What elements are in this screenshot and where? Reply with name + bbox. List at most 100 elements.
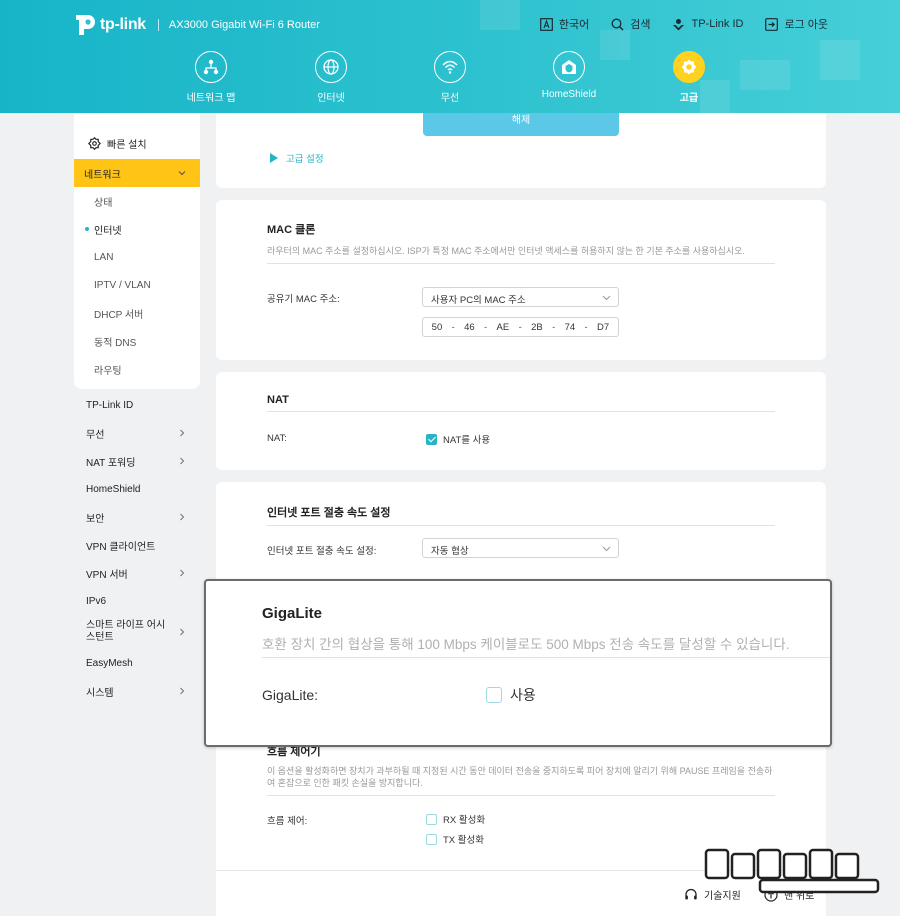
chevron-down-icon <box>178 171 186 176</box>
sidebar-section-network[interactable]: 네트워크 <box>74 159 200 187</box>
sidebar-sub-lan[interactable]: LAN <box>74 243 200 271</box>
gigalite-label: GigaLite: <box>262 687 319 703</box>
sidebar-sub-iptv[interactable]: IPTV / VLAN <box>74 271 200 299</box>
disconnect-button[interactable]: 해제 <box>423 113 619 136</box>
divider <box>267 795 775 796</box>
mac-octet-4: 2B <box>531 321 543 333</box>
router-model: AX3000 Gigabit Wi-Fi 6 Router <box>168 19 320 31</box>
quick-setup-label: 빠른 설치 <box>107 139 147 151</box>
sidebar-item-homeshield[interactable]: HomeShield <box>74 475 200 503</box>
gigalite-description: 호환 장치 간의 협상을 통해 100 Mbps 케이블로도 500 Mbps … <box>262 637 790 652</box>
mac-address-select[interactable]: 사용자 PC의 MAC 주소 <box>422 287 619 307</box>
divider <box>262 657 830 658</box>
triangle-right-icon <box>270 153 278 163</box>
sub-label: 상태 <box>94 197 113 209</box>
sidebar: 빠른 설치 네트워크 상태 인터넷 LAN IPTV / VLAN DHCP 서… <box>74 113 200 705</box>
chevron-right-icon <box>180 513 185 521</box>
nav-advanced[interactable]: 고급 <box>639 51 739 104</box>
menu-label: VPN 클라이언트 <box>86 541 156 553</box>
rx-checkbox-label: RX 활성화 <box>443 815 486 826</box>
sidebar-menu: TP-Link ID 무선 NAT 포워딩 HomeShield 보안 VPN … <box>74 391 200 705</box>
sidebar-item-wireless[interactable]: 무선 <box>74 419 200 447</box>
mac-octet-1: 50 <box>431 321 443 333</box>
nat-checkbox-row[interactable]: NAT를 사용 <box>426 432 490 446</box>
nav-wireless[interactable]: 무선 <box>400 51 500 104</box>
sidebar-item-vpn-server[interactable]: VPN 서버 <box>74 559 200 587</box>
gigalite-checkbox-label: 사용 <box>510 687 536 703</box>
mac-octet-2: 46 <box>464 321 475 333</box>
chevron-right-icon <box>180 569 185 577</box>
sidebar-sub-dhcp[interactable]: DHCP 서버 <box>74 299 200 327</box>
brand-name: tp-link <box>100 16 146 33</box>
quick-setup-link[interactable]: 빠른 설치 <box>74 131 200 155</box>
header-decor <box>480 0 520 30</box>
sidebar-sub-internet[interactable]: 인터넷 <box>74 215 200 243</box>
chevron-down-icon <box>602 546 611 552</box>
sidebar-item-ipv6[interactable]: IPv6 <box>74 587 200 615</box>
gigalite-checkbox-row[interactable]: 사용 <box>486 685 536 705</box>
nav-label: 인터넷 <box>317 93 345 104</box>
sub-label: LAN <box>94 251 114 263</box>
sidebar-sub-ddns[interactable]: 동적 DNS <box>74 327 200 355</box>
port-speed-label: 인터넷 포트 절충 속도 설정: <box>267 546 377 557</box>
nat-checkbox[interactable] <box>426 433 437 445</box>
gigalite-checkbox[interactable] <box>486 687 502 703</box>
logout-link[interactable]: 로그 아웃 <box>765 16 828 32</box>
tplink-id-label: TP-Link ID <box>691 18 744 30</box>
tx-checkbox-label: TX 활성화 <box>443 835 484 846</box>
chevron-right-icon <box>180 628 185 636</box>
tplink-id-link[interactable]: TP-Link ID <box>672 16 743 32</box>
sub-label: DHCP 서버 <box>94 309 144 321</box>
divider <box>267 525 775 526</box>
mac-address-field[interactable]: 50- 46- AE - 2B - 74- D7 <box>422 317 619 337</box>
nav-label: 네트워크 맵 <box>186 93 236 104</box>
tplink-id-icon <box>673 18 685 30</box>
mac-octet-6: D7 <box>597 321 610 333</box>
brand-separator <box>157 19 159 31</box>
tx-checkbox-row[interactable]: TX 활성화 <box>426 832 484 846</box>
sidebar-item-security[interactable]: 보안 <box>74 503 200 531</box>
language-link[interactable]: 한국어 <box>539 16 589 32</box>
menu-label: IPv6 <box>86 595 107 607</box>
network-map-icon <box>203 59 219 75</box>
search-link[interactable]: 검색 <box>611 16 650 32</box>
gigalite-zoom-panel: GigaLite 호환 장치 간의 협상을 통해 100 Mbps 케이블로도 … <box>204 579 832 747</box>
brand-logo[interactable]: tp-link AX3000 Gigabit Wi-Fi 6 Router <box>74 13 320 37</box>
sidebar-sub-routing[interactable]: 라우팅 <box>74 355 200 383</box>
language-icon <box>539 17 553 31</box>
chevron-right-icon <box>180 687 185 695</box>
sidebar-item-nat-forwarding[interactable]: NAT 포워딩 <box>74 447 200 475</box>
main-nav: 네트워크 맵 인터넷 무선 HomeShield 고급 <box>0 51 900 111</box>
port-speed-select[interactable]: 자동 협상 <box>422 538 619 558</box>
divider <box>267 411 775 412</box>
sidebar-item-system[interactable]: 시스템 <box>74 677 200 705</box>
sidebar-item-tplink-id[interactable]: TP-Link ID <box>74 391 200 419</box>
quick-setup-gear-icon <box>88 136 101 150</box>
homeshield-icon <box>562 60 576 74</box>
sidebar-network-card: 빠른 설치 네트워크 상태 인터넷 LAN IPTV / VLAN DHCP 서… <box>74 113 200 389</box>
sub-label: IPTV / VLAN <box>94 279 151 291</box>
nav-label: 고급 <box>679 93 699 104</box>
mac-clone-title: MAC 클론 <box>267 224 316 236</box>
sidebar-sub-status[interactable]: 상태 <box>74 187 200 215</box>
sidebar-item-smart-life[interactable]: 스마트 라이프 어시스턴트 <box>74 615 200 649</box>
nat-card: NAT NAT: NAT를 사용 <box>216 372 826 470</box>
advanced-settings-toggle[interactable]: 고급 설정 <box>270 151 324 165</box>
chevron-down-icon <box>602 295 611 301</box>
menu-label: 무선 <box>86 429 105 441</box>
rx-checkbox[interactable] <box>426 813 437 825</box>
nav-network-map[interactable]: 네트워크 맵 <box>161 51 261 104</box>
divider <box>267 263 775 264</box>
sidebar-item-vpn-client[interactable]: VPN 클라이언트 <box>74 531 200 559</box>
mac-octet-3: AE <box>496 321 510 333</box>
nav-homeshield[interactable]: HomeShield <box>519 51 619 100</box>
port-speed-title: 인터넷 포트 절충 속도 설정 <box>267 507 391 519</box>
rx-checkbox-row[interactable]: RX 활성화 <box>426 812 485 826</box>
port-speed-value: 자동 협상 <box>431 546 469 557</box>
sidebar-item-easymesh[interactable]: EasyMesh <box>74 649 200 677</box>
mac-clone-card: MAC 클론 라우터의 MAC 주소를 설정하십시오. ISP가 특정 MAC … <box>216 200 826 360</box>
nav-internet[interactable]: 인터넷 <box>281 51 381 104</box>
menu-label: 보안 <box>86 513 105 525</box>
menu-label: VPN 서버 <box>86 569 128 581</box>
tx-checkbox[interactable] <box>426 833 437 845</box>
